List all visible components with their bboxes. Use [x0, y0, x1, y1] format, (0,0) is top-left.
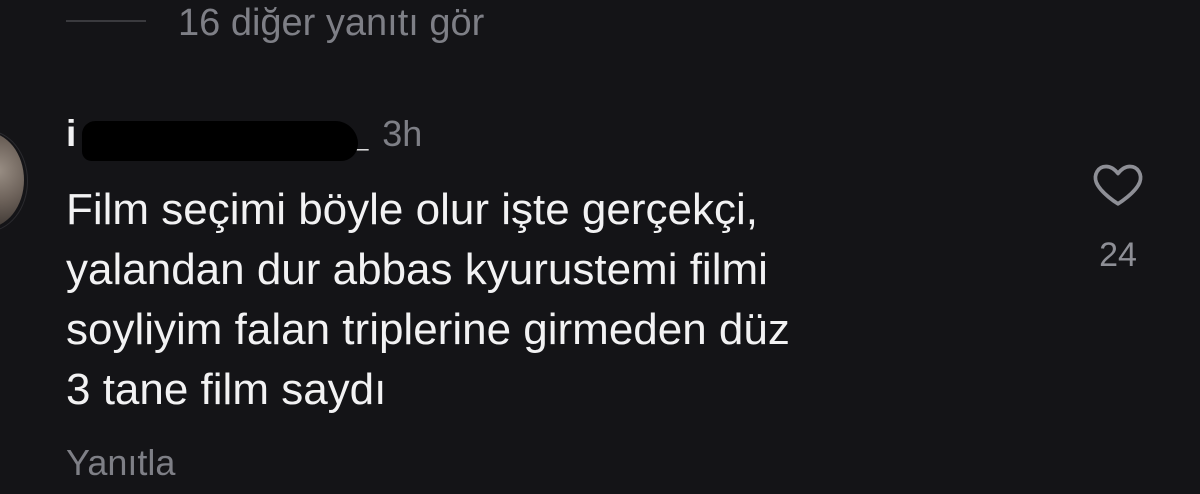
- comment-text: Film seçimi böyle olur işte gerçekçi, ya…: [66, 185, 790, 414]
- username-redaction: [82, 121, 358, 161]
- heart-icon[interactable]: [1090, 156, 1146, 212]
- reply-button[interactable]: Yanıtla: [66, 440, 175, 486]
- thread-connector-line: [66, 20, 146, 22]
- username[interactable]: i _: [66, 113, 368, 161]
- avatar[interactable]: [0, 132, 24, 228]
- comment-header: i _ 3h: [66, 108, 423, 161]
- view-more-replies-link[interactable]: 16 diğer yanıtı gör: [178, 0, 484, 46]
- like-count: 24: [1099, 236, 1137, 274]
- username-prefix: i: [66, 113, 77, 154]
- comment-timestamp: 3h: [382, 113, 423, 154]
